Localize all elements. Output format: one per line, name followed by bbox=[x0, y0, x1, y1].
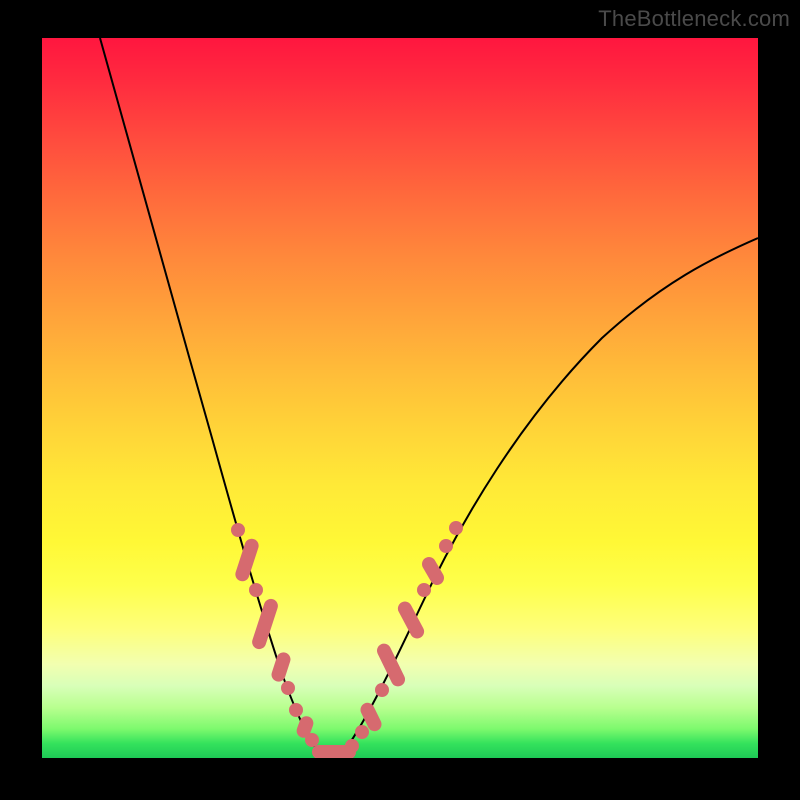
bead-dot bbox=[355, 725, 369, 739]
curve-layer bbox=[42, 38, 758, 758]
bead-dot bbox=[417, 583, 431, 597]
watermark-text: TheBottleneck.com bbox=[598, 6, 790, 32]
chart-frame: TheBottleneck.com bbox=[0, 0, 800, 800]
bead-dot bbox=[249, 583, 263, 597]
bead-dot bbox=[449, 521, 463, 535]
bead-pill bbox=[270, 651, 293, 684]
bead-dot bbox=[375, 683, 389, 697]
curve-left-branch bbox=[100, 38, 320, 754]
plot-area bbox=[42, 38, 758, 758]
bead-dot bbox=[345, 739, 359, 753]
bead-pill bbox=[250, 597, 279, 651]
bead-dot bbox=[231, 523, 245, 537]
bead-pill bbox=[234, 537, 261, 583]
bead-dot bbox=[439, 539, 453, 553]
bead-pill bbox=[419, 555, 446, 588]
bead-dot bbox=[281, 681, 295, 695]
bead-dot bbox=[305, 733, 319, 747]
bead-pill bbox=[375, 641, 408, 688]
bead-dot bbox=[289, 703, 303, 717]
